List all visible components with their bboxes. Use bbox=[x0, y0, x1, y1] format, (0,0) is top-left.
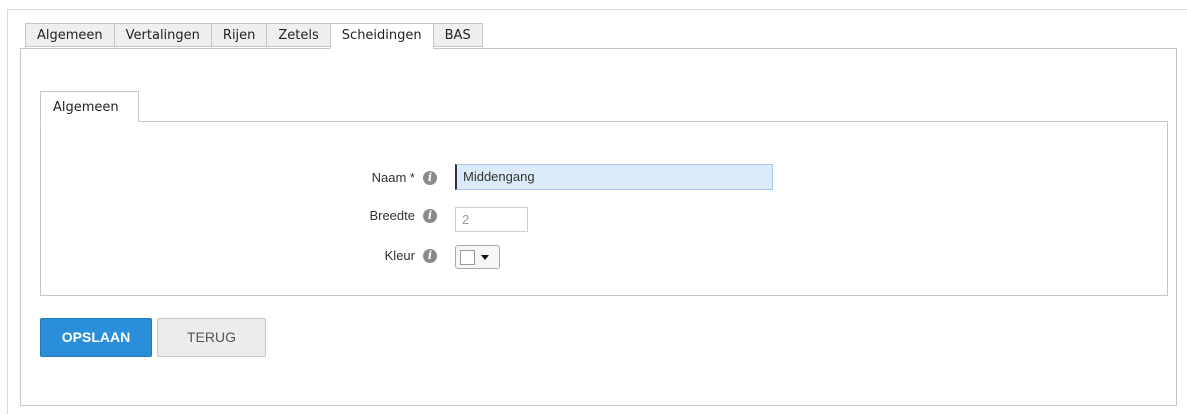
tab-scheidingen[interactable]: Scheidingen bbox=[329, 23, 433, 49]
info-icon[interactable]: i bbox=[423, 248, 437, 263]
name-label: Naam * bbox=[371, 170, 415, 185]
tab-bas[interactable]: BAS bbox=[432, 23, 483, 47]
tab-zetels[interactable]: Zetels bbox=[266, 23, 330, 47]
tab-rijen[interactable]: Rijen bbox=[210, 23, 267, 47]
info-icon[interactable]: i bbox=[423, 170, 437, 185]
subtab-algemeen[interactable]: Algemeen bbox=[40, 91, 139, 122]
tab-algemeen[interactable]: Algemeen bbox=[25, 23, 114, 47]
color-row: Kleur i bbox=[255, 248, 437, 263]
name-input[interactable]: Middengang bbox=[455, 164, 773, 190]
frame-top-border bbox=[7, 9, 1187, 10]
back-button[interactable]: TERUG bbox=[157, 318, 266, 357]
name-row: Naam * i bbox=[255, 170, 437, 185]
tab-vertalingen[interactable]: Vertalingen bbox=[113, 23, 211, 47]
save-button[interactable]: OPSLAAN bbox=[40, 318, 152, 357]
color-picker[interactable] bbox=[455, 245, 500, 269]
caret-down-icon bbox=[481, 254, 489, 260]
color-label: Kleur bbox=[384, 248, 415, 263]
main-tabs: Algemeen Vertalingen Rijen Zetels Scheid… bbox=[25, 23, 483, 49]
info-icon[interactable]: i bbox=[423, 208, 437, 223]
subtab-panel bbox=[40, 121, 1168, 296]
width-input[interactable]: 2 bbox=[455, 207, 528, 232]
frame-left-border bbox=[7, 9, 8, 414]
width-label: Breedte bbox=[369, 208, 415, 223]
width-row: Breedte i bbox=[255, 208, 437, 223]
color-swatch bbox=[460, 249, 475, 265]
